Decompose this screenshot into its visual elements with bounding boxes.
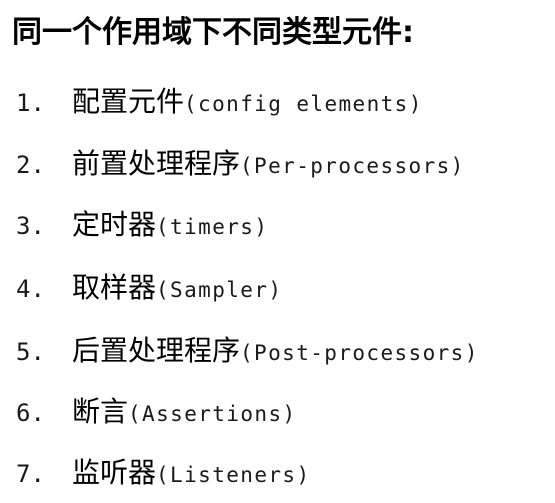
list-item-pre-processors: 2. 前置处理程序 (Per-processors) — [16, 142, 465, 180]
item-number: 5. — [16, 338, 45, 366]
document-page: 同一个作用域下不同类型元件: 1. 配置元件 (config elements)… — [0, 0, 555, 503]
item-name: 断言 — [72, 395, 129, 428]
item-name: 后置处理程序 — [72, 334, 241, 367]
list-item-timers: 3. 定时器 (timers) — [16, 203, 269, 241]
list-item-post-processors: 5. 后置处理程序 (Post-processors) — [16, 329, 479, 367]
item-name: 监听器 — [72, 456, 157, 489]
list-item-sampler: 4. 取样器 (Sampler) — [16, 266, 283, 304]
item-english-name: (timers) — [156, 215, 269, 239]
item-name: 取样器 — [72, 271, 157, 304]
item-name: 配置元件 — [72, 85, 185, 118]
item-english-name: (Assertions) — [128, 402, 297, 426]
list-item-listeners: 7. 监听器 (Listeners) — [16, 451, 311, 489]
item-number: 7. — [16, 460, 45, 488]
item-number: 1. — [16, 89, 45, 117]
item-number: 4. — [16, 275, 45, 303]
item-english-name: (Sampler) — [156, 278, 283, 302]
list-item-config-elements: 1. 配置元件 (config elements) — [16, 80, 423, 118]
list-item-assertions: 6. 断言 (Assertions) — [16, 390, 297, 428]
item-number: 3. — [16, 212, 45, 240]
item-english-name: (Listeners) — [156, 463, 311, 487]
item-english-name: (Per-processors) — [240, 154, 465, 178]
page-title: 同一个作用域下不同类型元件: — [12, 15, 414, 50]
item-number: 2. — [16, 151, 45, 179]
item-name: 定时器 — [72, 208, 157, 241]
item-english-name: (Post-processors) — [240, 341, 479, 365]
item-name: 前置处理程序 — [72, 147, 241, 180]
item-number: 6. — [16, 399, 45, 427]
item-english-name: (config elements) — [184, 92, 423, 116]
